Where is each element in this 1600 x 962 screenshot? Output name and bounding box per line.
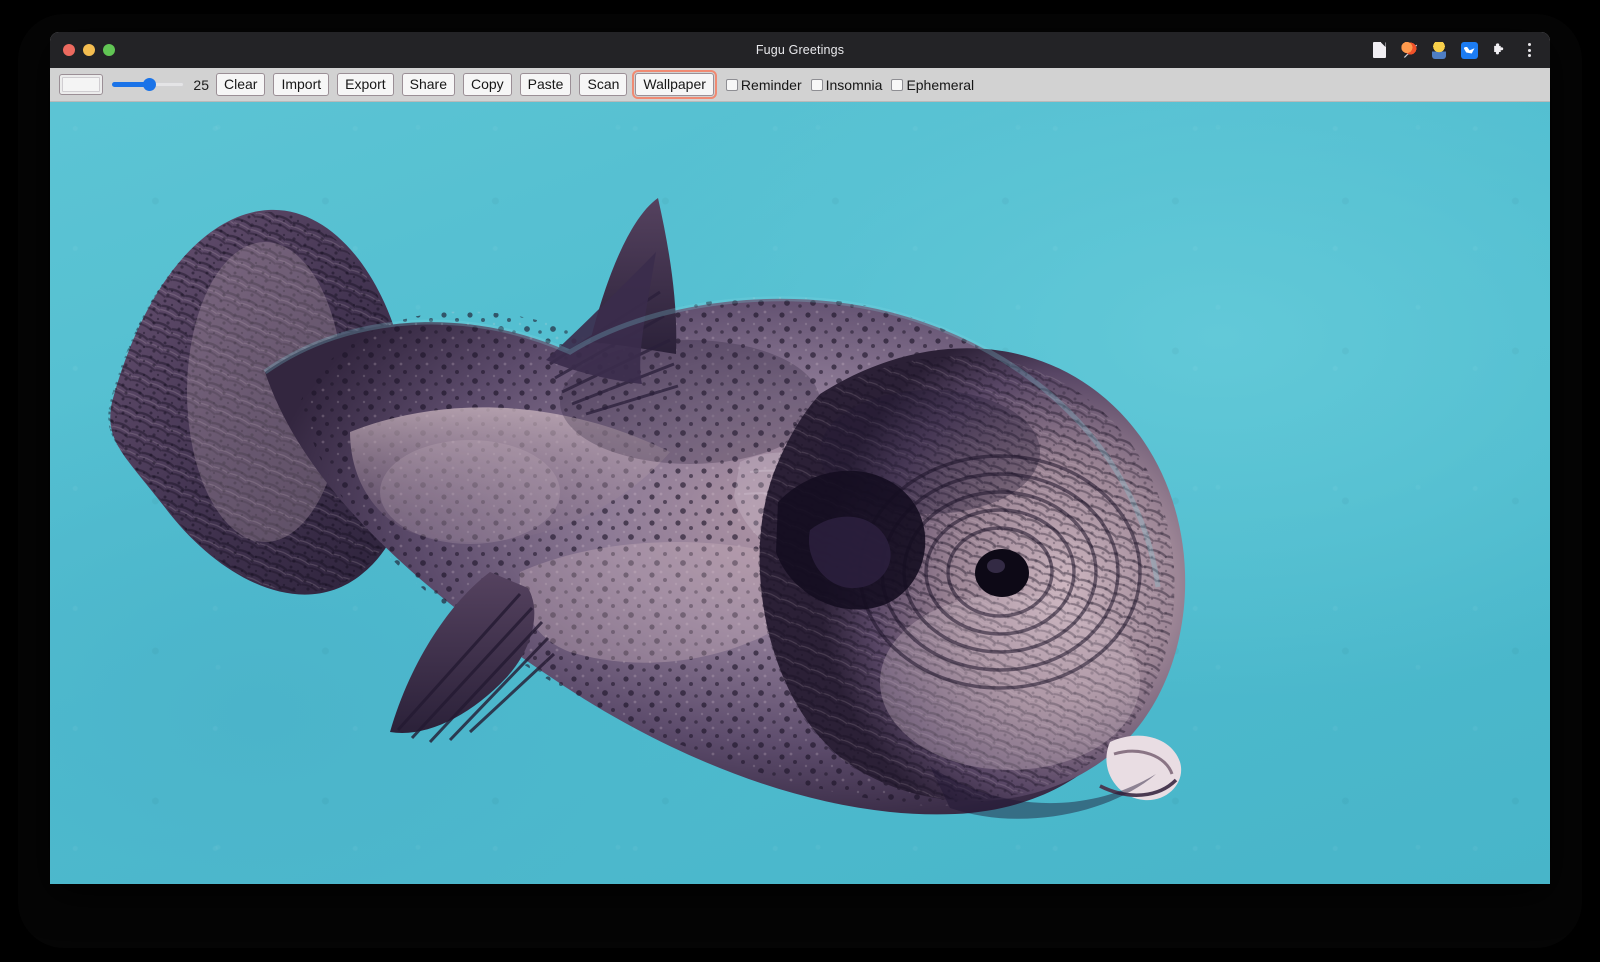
kebab-menu-icon[interactable]: [1518, 39, 1540, 61]
bluesky-icon[interactable]: [1458, 39, 1480, 61]
slider-thumb[interactable]: [143, 78, 156, 91]
ephemeral-checkbox-item[interactable]: Ephemeral: [891, 77, 974, 93]
ephemeral-label: Ephemeral: [906, 77, 974, 93]
slider-value-label: 25: [191, 77, 209, 93]
fish-pectoral-fin: [390, 572, 554, 742]
import-button[interactable]: Import: [273, 73, 329, 96]
insomnia-label: Insomnia: [826, 77, 883, 93]
scan-button[interactable]: Scan: [579, 73, 627, 96]
screen-backdrop: Fugu Greetings: [0, 0, 1600, 962]
fish-eye: [975, 549, 1029, 597]
close-window-button[interactable]: [63, 44, 75, 56]
color-picker-input[interactable]: [59, 74, 103, 95]
insomnia-checkbox[interactable]: [811, 79, 823, 91]
fish-mouth: [1100, 736, 1181, 801]
insomnia-checkbox-item[interactable]: Insomnia: [811, 77, 883, 93]
kite-icon[interactable]: [1398, 39, 1420, 61]
reminder-checkbox-item[interactable]: Reminder: [726, 77, 802, 93]
clear-button[interactable]: Clear: [216, 73, 265, 96]
pufferfish-illustration: [50, 102, 1550, 884]
page-title: Fugu Greetings: [50, 43, 1550, 57]
window-controls: [63, 44, 115, 56]
reminder-checkbox[interactable]: [726, 79, 738, 91]
paste-button[interactable]: Paste: [520, 73, 572, 96]
option-checkboxes: Reminder Insomnia Ephemeral: [726, 77, 983, 93]
line-width-slider[interactable]: [112, 76, 184, 94]
wallpaper-button[interactable]: Wallpaper: [635, 73, 714, 96]
toolbar: 25 Clear Import Export Share Copy Paste …: [50, 68, 1550, 102]
ephemeral-checkbox[interactable]: [891, 79, 903, 91]
page-icon[interactable]: [1368, 39, 1390, 61]
drawing-canvas[interactable]: [50, 102, 1550, 884]
maximize-window-button[interactable]: [103, 44, 115, 56]
app-window: Fugu Greetings: [50, 32, 1550, 884]
reminder-label: Reminder: [741, 77, 802, 93]
person-icon[interactable]: [1428, 39, 1450, 61]
title-bar: Fugu Greetings: [50, 32, 1550, 68]
copy-button[interactable]: Copy: [463, 73, 512, 96]
export-button[interactable]: Export: [337, 73, 393, 96]
titlebar-actions: [1368, 32, 1540, 68]
share-button[interactable]: Share: [402, 73, 455, 96]
color-swatch-preview: [62, 77, 100, 92]
puzzle-icon[interactable]: [1488, 39, 1510, 61]
minimize-window-button[interactable]: [83, 44, 95, 56]
